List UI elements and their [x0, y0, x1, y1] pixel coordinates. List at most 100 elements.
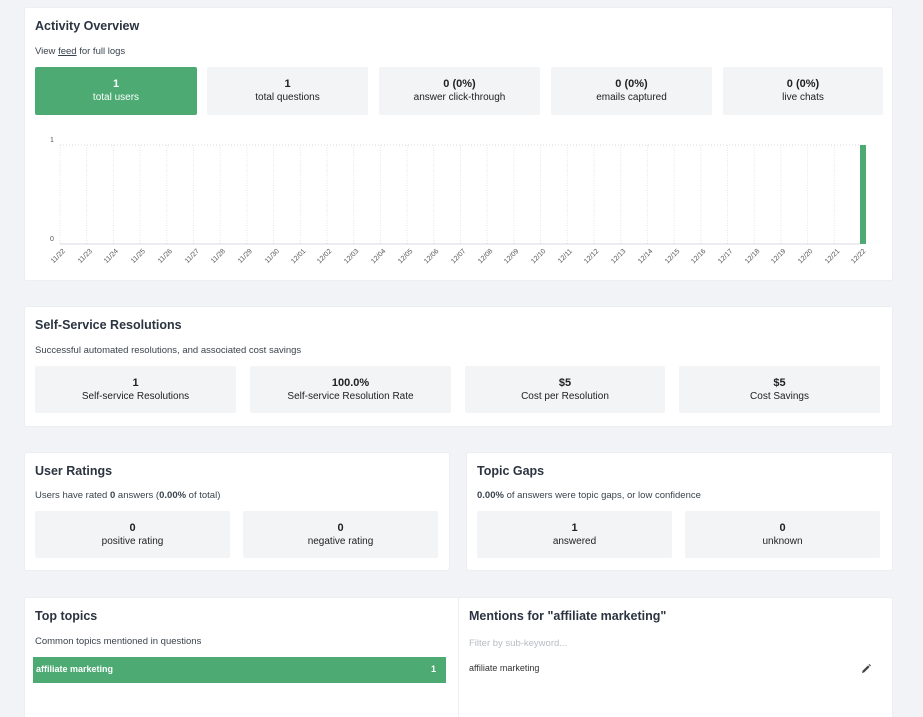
subtitle-suffix: for full logs: [76, 46, 126, 57]
stat-value: $5: [558, 377, 572, 389]
pencil-icon[interactable]: [860, 662, 872, 674]
x-tick-label: 11/24: [103, 248, 121, 265]
x-tick-label: 12/15: [663, 248, 682, 266]
gap-percent: 0.00%: [477, 490, 504, 501]
mentions-title: Mentions for "affiliate marketing": [469, 609, 667, 623]
x-tick-label: 12/10: [530, 248, 548, 266]
x-tick-label: 12/13: [610, 248, 628, 266]
topic-name: affiliate marketing: [36, 664, 114, 674]
stat-label: total questions: [255, 92, 320, 103]
stat-label: answer click-through: [413, 92, 506, 103]
topics-card: Top topics Common topics mentioned in qu…: [25, 598, 892, 717]
stat-value: 0: [337, 522, 344, 534]
x-tick-label: 12/03: [343, 248, 361, 266]
stat-label: live chats: [782, 92, 824, 103]
stat-total-users: 1 total users: [35, 67, 197, 115]
sub-keyword-filter-input[interactable]: [469, 636, 769, 650]
stat-value: 0 (0%): [786, 78, 820, 90]
activity-overview-subtitle: View feed for full logs: [35, 46, 125, 57]
x-tick-label: 12/05: [396, 248, 415, 266]
x-tick-label: 12/01: [289, 248, 308, 266]
stat-resolution-rate: 100.0% Self-service Resolution Rate: [250, 366, 451, 413]
topic-count: 1: [430, 664, 436, 674]
stat-label: answered: [552, 536, 597, 547]
stat-answer-click-through: 0 (0%) answer click-through: [379, 67, 540, 115]
self-service-title: Self-Service Resolutions: [35, 318, 182, 332]
stat-value: 100.0%: [331, 377, 370, 389]
x-tick-label: 12/09: [503, 248, 521, 266]
x-tick-label: 11/23: [76, 248, 94, 265]
x-tick-label: 12/02: [316, 248, 334, 266]
topic-gaps-subtitle: 0.00% of answers were topic gaps, or low…: [477, 490, 701, 501]
topic-gaps-card: Topic Gaps 0.00% of answers were topic g…: [467, 453, 892, 570]
feed-link[interactable]: feed: [58, 46, 77, 57]
x-tick-label: 12/14: [637, 248, 655, 266]
stat-negative-rating: 0 negative rating: [243, 511, 438, 558]
stat-label: unknown: [762, 536, 803, 547]
x-tick-label: 12/08: [476, 248, 495, 266]
stat-total-questions: 1 total questions: [207, 67, 368, 115]
user-ratings-card: User Ratings Users have rated 0 answers …: [25, 453, 449, 570]
activity-chart: 1 0 11/22 11/23 11/24 11/25 11/26 11/27 11/28 1…: [25, 128, 892, 278]
x-tick-label: 12/16: [690, 248, 708, 266]
stat-unknown: 0 unknown: [685, 511, 880, 558]
x-tick-label: 11/27: [183, 248, 201, 265]
panel-divider: [458, 598, 459, 717]
stat-cost-per-resolution: $5 Cost per Resolution: [465, 366, 665, 413]
topic-gaps-title: Topic Gaps: [477, 464, 545, 478]
top-topics-title: Top topics: [35, 609, 98, 623]
x-tick-label: 11/29: [236, 248, 254, 265]
x-axis-ticks: 11/22 11/23 11/24 11/25 11/26 11/27 11/28 11/29…: [25, 128, 892, 278]
x-tick-label: 11/26: [156, 248, 174, 265]
x-tick-label: 12/12: [583, 248, 601, 266]
x-tick-label: 12/19: [770, 248, 788, 266]
stat-positive-rating: 0 positive rating: [35, 511, 230, 558]
self-service-subtitle: Successful automated resolutions, and as…: [35, 345, 302, 356]
stat-value: 0 (0%): [443, 78, 476, 90]
topic-row[interactable]: affiliate marketing 1: [33, 657, 446, 683]
stat-label: Cost per Resolution: [521, 391, 609, 402]
mention-item[interactable]: affiliate marketing: [469, 663, 539, 673]
subtitle-text: answers (: [115, 490, 160, 501]
x-tick-label: 12/20: [797, 248, 815, 266]
stat-label: Cost Savings: [750, 391, 809, 402]
stat-value: 0: [779, 522, 786, 534]
subtitle-prefix: View: [35, 46, 59, 57]
stat-cost-savings: $5 Cost Savings: [679, 366, 880, 413]
x-tick-label: 12/21: [823, 248, 842, 266]
stat-value: 1: [112, 78, 120, 90]
stat-label: emails captured: [596, 92, 667, 103]
x-tick-label: 12/22: [850, 248, 868, 266]
stat-label: Self-service Resolution Rate: [287, 391, 414, 402]
stat-label: positive rating: [101, 536, 164, 547]
x-tick-label: 11/28: [210, 248, 228, 265]
stat-value: $5: [773, 377, 786, 389]
stat-self-service-resolutions: 1 Self-service Resolutions: [35, 366, 236, 413]
x-tick-label: 12/04: [370, 248, 388, 266]
activity-overview-card: Activity Overview View feed for full log…: [25, 8, 892, 280]
x-tick-label: 11/30: [263, 248, 281, 265]
stat-value: 1: [571, 522, 578, 534]
stat-value: 0 (0%): [615, 78, 648, 90]
pencil-icon-svg: [862, 664, 871, 673]
user-ratings-subtitle: Users have rated 0 answers (0.00% of tot…: [35, 490, 220, 501]
stat-label: Self-service Resolutions: [81, 391, 190, 402]
self-service-card: Self-Service Resolutions Successful auto…: [25, 307, 892, 426]
subtitle-text: of total): [186, 490, 221, 501]
stat-value: 0: [129, 522, 136, 534]
rated-percent: 0.00%: [159, 490, 187, 501]
stat-label: negative rating: [307, 536, 374, 547]
x-tick-label: 12/11: [557, 248, 575, 265]
stat-answered: 1 answered: [477, 511, 672, 558]
stat-value: 1: [132, 377, 139, 389]
subtitle-text: Users have rated: [35, 490, 110, 501]
stat-label: total users: [92, 92, 140, 103]
x-tick-label: 12/17: [717, 248, 735, 266]
x-tick-label: 12/07: [450, 248, 468, 266]
subtitle-text: of answers were topic gaps, or low confi…: [503, 490, 701, 501]
stat-emails-captured: 0 (0%) emails captured: [551, 67, 712, 115]
x-tick-label: 12/06: [423, 248, 441, 266]
x-tick-label: 11/22: [49, 248, 67, 265]
stat-value: 1: [284, 78, 291, 90]
top-topics-subtitle: Common topics mentioned in questions: [35, 636, 202, 647]
